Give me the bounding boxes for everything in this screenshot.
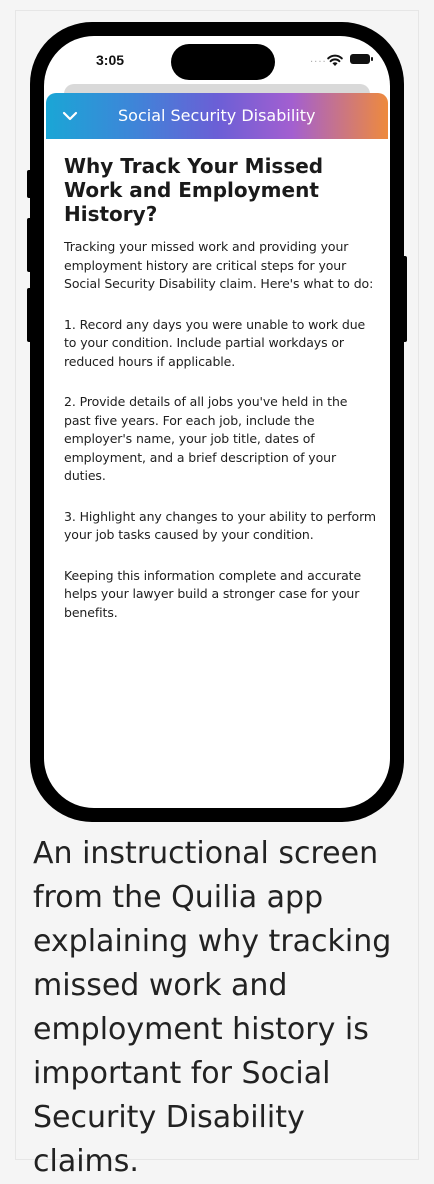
article-paragraph: Keeping this information complete and ac… [64,567,362,620]
power-button [401,256,407,342]
volume-down-button [27,288,33,342]
volume-up-button [27,218,33,272]
article-paragraph: 3. Highlight any changes to your ability… [64,508,376,543]
battery-icon [350,54,373,64]
dynamic-island [171,44,275,80]
article-content: Why Track Your Missed Work and Employmen… [64,154,376,644]
signal-icon: .... [310,54,327,65]
status-bar: 3:05 .... [44,36,390,86]
phone-screen: 3:05 .... Social Security Disability Why… [44,36,390,808]
modal-header: Social Security Disability [46,93,388,139]
image-caption: An instructional screen from the Quilia … [33,836,392,1179]
article-paragraph: 1. Record any days you were unable to wo… [64,316,366,369]
article-paragraph: 2. Provide details of all jobs you've he… [64,394,348,483]
chevron-down-icon[interactable] [62,109,78,123]
article-heading: Why Track Your Missed Work and Employmen… [64,154,324,226]
wifi-icon [327,54,343,66]
article-paragraph: Tracking your missed work and providing … [64,239,374,291]
header-title: Social Security Disability [118,106,316,125]
action-button [27,170,33,198]
status-time: 3:05 [96,52,125,68]
